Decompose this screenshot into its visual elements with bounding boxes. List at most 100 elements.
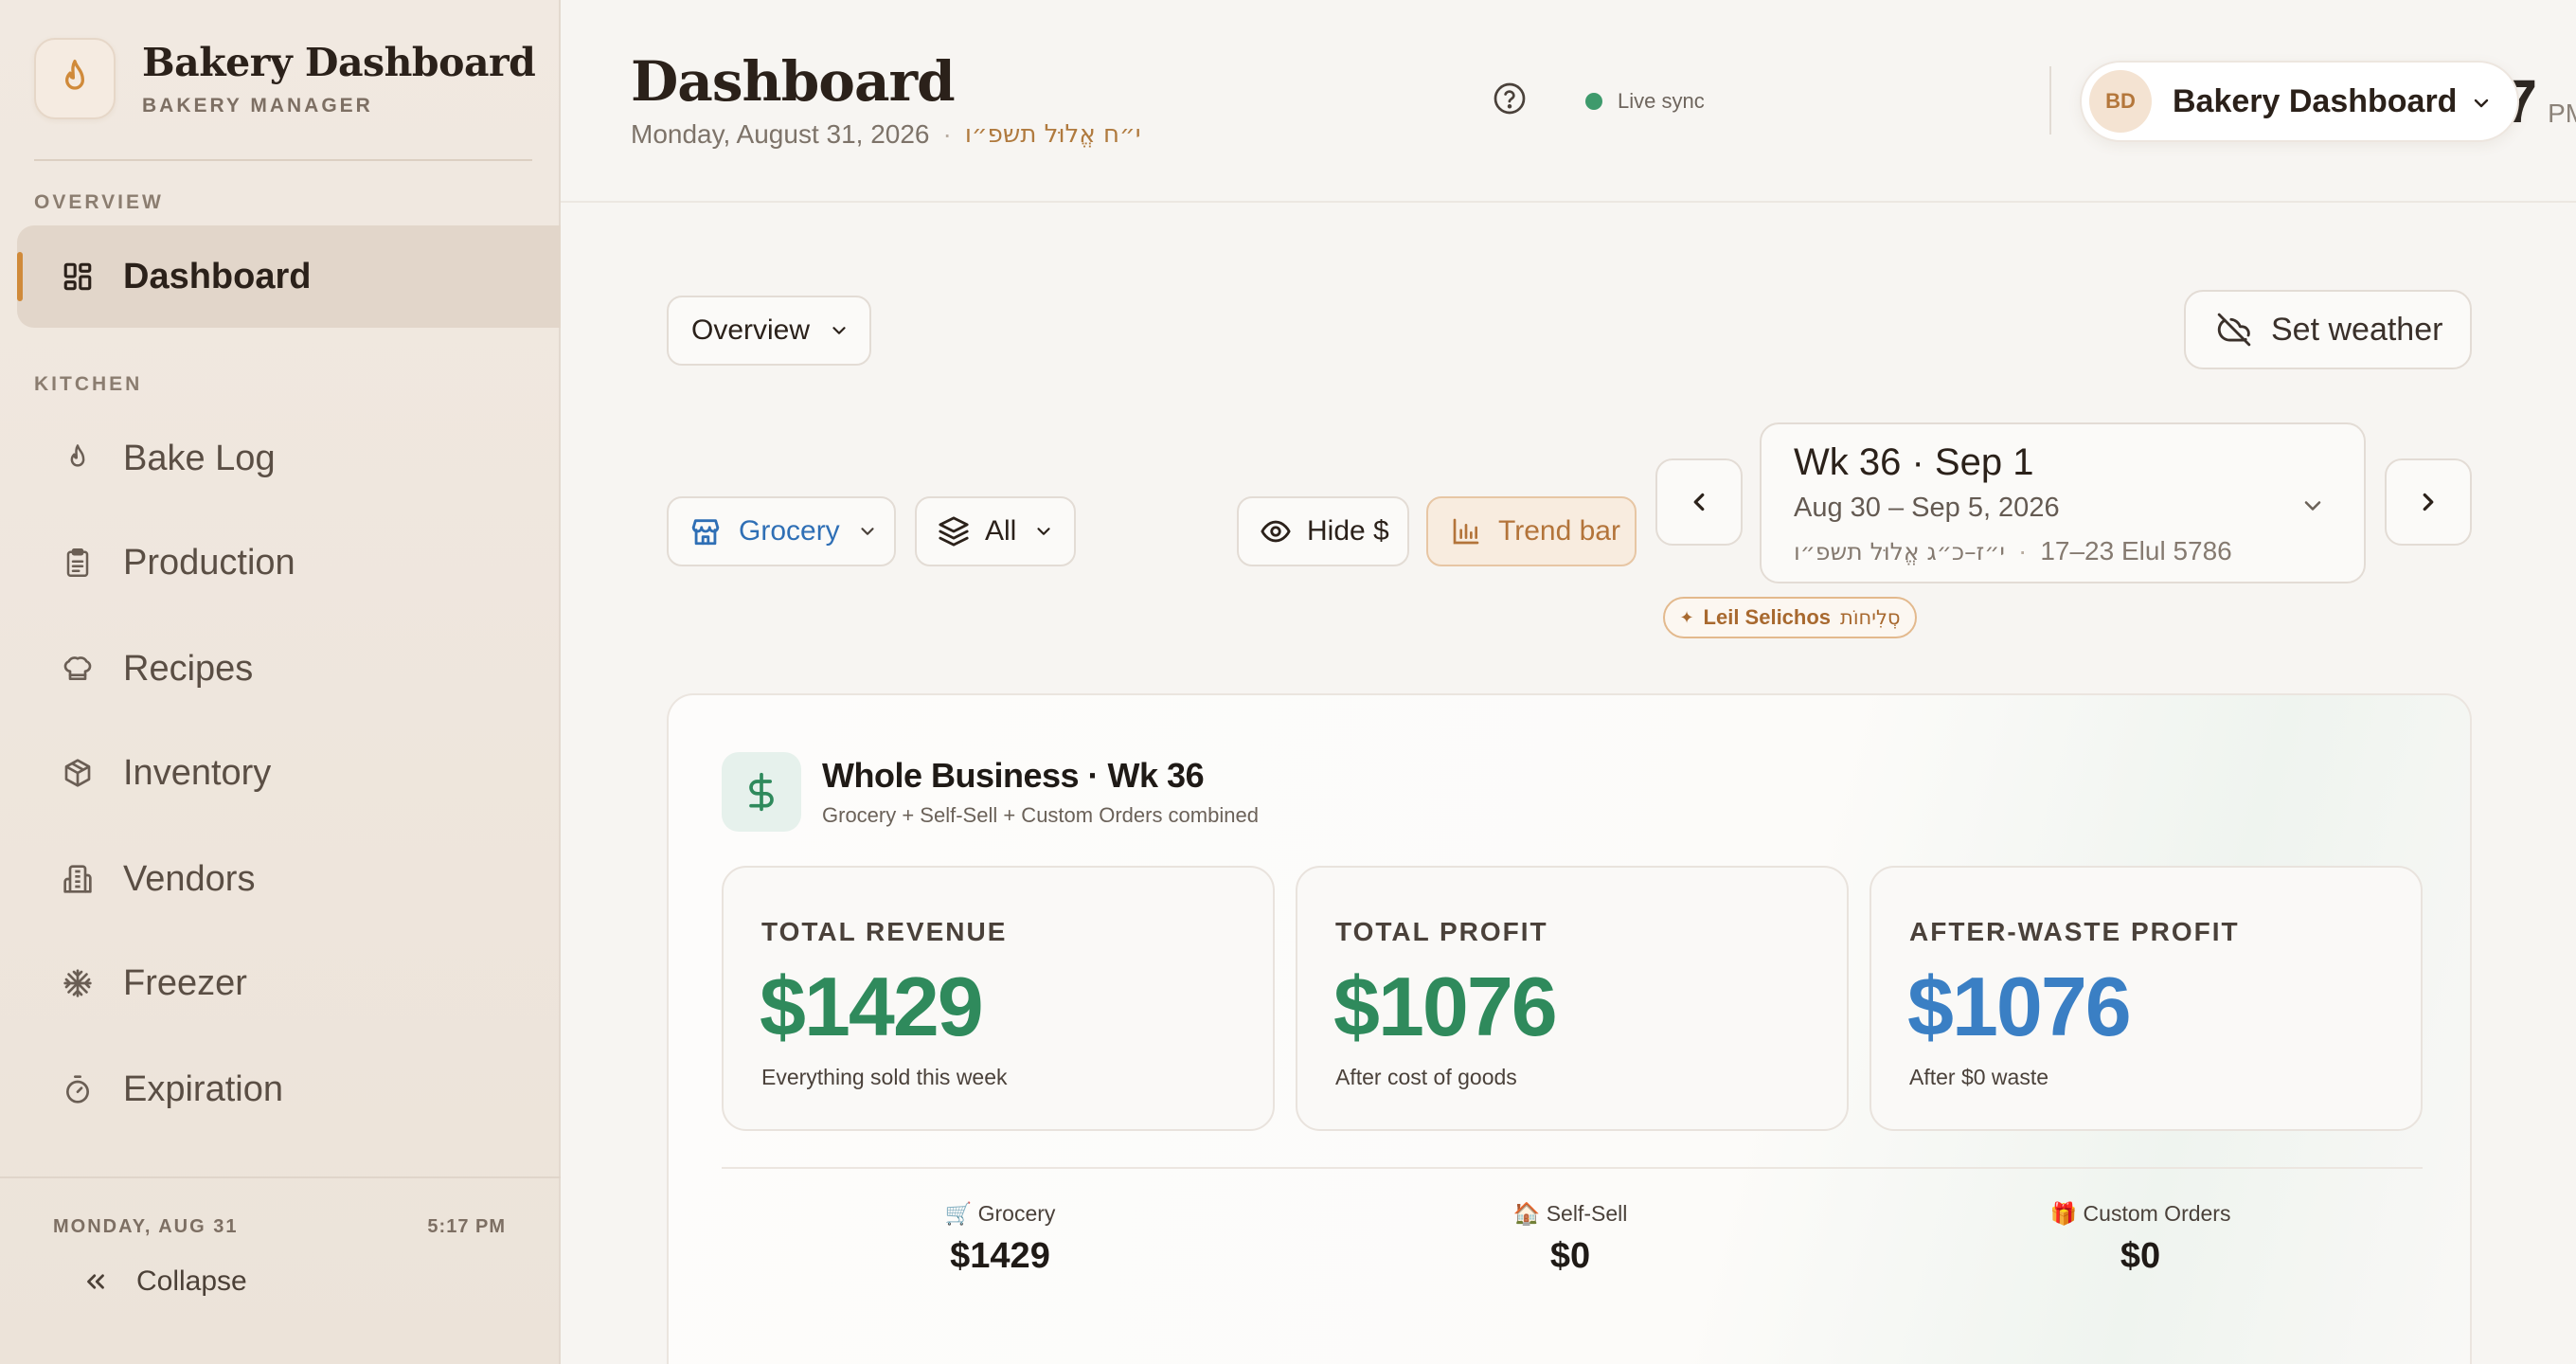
- week-separator: ·: [2018, 536, 2028, 565]
- trend-bar-button[interactable]: Trend bar: [1426, 496, 1637, 566]
- snowflake-icon: [61, 966, 95, 1000]
- section-label-kitchen: KITCHEN: [34, 373, 143, 395]
- sidebar-item-production[interactable]: Production: [17, 512, 561, 614]
- holiday-badge[interactable]: ✦ Leil Selichos סְלִיחוֹת: [1663, 597, 1917, 638]
- sidebar: Bakery Dashboard BAKERY MANAGER OVERVIEW…: [0, 0, 561, 1364]
- sidebar-item-freezer[interactable]: Freezer: [17, 932, 561, 1034]
- section-label-overview: OVERVIEW: [34, 191, 164, 213]
- brand-subtitle: BAKERY MANAGER: [142, 95, 373, 117]
- sidebar-item-bake-log[interactable]: Bake Log: [17, 407, 561, 510]
- page-date: Monday, August 31, 2026 · י״ח אֱלוּל תשפ…: [631, 119, 1141, 150]
- week-hebrew-text: י״ז–כ״ג אֱלוּל תשפ״ו: [1794, 537, 2006, 565]
- sidebar-item-recipes[interactable]: Recipes: [17, 618, 561, 720]
- date-separator: ·: [942, 119, 952, 149]
- sidebar-footer-divider: [0, 1176, 561, 1178]
- live-sync-status: Live sync: [1585, 89, 1705, 114]
- stat-label: TOTAL REVENUE: [761, 917, 1008, 946]
- hebrew-date: י״ח אֱלוּל תשפ״ו: [964, 120, 1141, 149]
- sparkle-icon: ✦: [1679, 607, 1694, 627]
- set-weather-label: Set weather: [2271, 311, 2443, 348]
- box-icon: [61, 756, 95, 790]
- stat-label: AFTER-WASTE PROFIT: [1909, 917, 2240, 946]
- stat-value: $1429: [760, 960, 984, 1053]
- grid-icon: [61, 260, 95, 294]
- layers-icon: [939, 516, 969, 547]
- stat-total-profit: TOTAL PROFIT $1076 After cost of goods: [1296, 866, 1849, 1131]
- hide-dollars-button[interactable]: Hide $: [1237, 496, 1409, 566]
- cloud-off-icon: [2217, 313, 2251, 347]
- holiday-hebrew: סְלִיחוֹת: [1840, 606, 1901, 629]
- sidebar-item-inventory[interactable]: Inventory: [17, 722, 561, 824]
- timer-icon: [61, 1072, 95, 1106]
- channel-select[interactable]: Grocery: [667, 496, 896, 566]
- business-summary-card: Whole Business · Wk 36 Grocery + Self-Se…: [667, 693, 2472, 1364]
- breakdown-label: 🛒 Grocery: [811, 1201, 1190, 1227]
- user-menu-button[interactable]: BD Bakery Dashboard: [2080, 61, 2519, 142]
- sidebar-item-label: Recipes: [123, 648, 254, 689]
- chevron-right-icon: [2423, 493, 2434, 512]
- view-select[interactable]: Overview: [667, 296, 871, 366]
- previous-week-button[interactable]: [1655, 458, 1743, 546]
- week-selector[interactable]: Wk 36 · Sep 1 Aug 30 – Sep 5, 2026 י״ז–כ…: [1760, 422, 2366, 583]
- clock-ampm: PM: [2548, 99, 2576, 128]
- breakdown-grocery: 🛒 Grocery $1429: [811, 1201, 1190, 1277]
- category-select-label: All: [985, 515, 1017, 547]
- flame-logo-icon: [34, 38, 116, 119]
- footer-time: 5:17 PM: [427, 1216, 506, 1237]
- footer-date: MONDAY, AUG 31: [53, 1216, 239, 1237]
- chevrons-left-icon: [87, 1274, 104, 1289]
- breakdown-value: $1429: [950, 1236, 1050, 1276]
- brand-title: Bakery Dashboard: [142, 40, 536, 85]
- holiday-label: Leil Selichos: [1703, 605, 1832, 629]
- card-subtitle: Grocery + Self-Sell + Custom Orders comb…: [822, 803, 1259, 827]
- store-icon: [691, 519, 720, 546]
- stat-value: $1076: [1333, 960, 1558, 1053]
- card-divider: [722, 1167, 2423, 1169]
- hide-dollars-label: Hide $: [1307, 515, 1389, 547]
- cart-icon: 🛒: [944, 1201, 973, 1226]
- sidebar-item-dashboard[interactable]: Dashboard: [17, 225, 561, 328]
- page-title: Dashboard: [631, 49, 956, 114]
- stat-note: After $0 waste: [1909, 1065, 2049, 1089]
- eye-icon: [1261, 520, 1291, 543]
- brand[interactable]: Bakery Dashboard BAKERY MANAGER: [34, 38, 536, 119]
- breakdown-label-text: Grocery: [977, 1201, 1056, 1226]
- sidebar-item-label: Expiration: [123, 1068, 283, 1109]
- breakdown-value: $0: [2120, 1236, 2161, 1276]
- sidebar-item-label: Production: [123, 542, 295, 583]
- breakdown-value: $0: [1549, 1236, 1591, 1276]
- stat-value: $1076: [1907, 960, 2132, 1053]
- live-sync-label: Live sync: [1618, 89, 1705, 113]
- week-hebrew: י״ז–כ״ג אֱלוּל תשפ״ו · 17–23 Elul 5786: [1794, 536, 2232, 566]
- next-week-button[interactable]: [2385, 458, 2472, 546]
- building-icon: [61, 862, 95, 896]
- clipboard-icon: [61, 546, 95, 580]
- gregorian-date: Monday, August 31, 2026: [631, 119, 930, 149]
- chevron-left-icon: [1693, 493, 1705, 512]
- category-select[interactable]: All: [915, 496, 1076, 566]
- stat-total-revenue: TOTAL REVENUE $1429 Everything sold this…: [722, 866, 1275, 1131]
- sidebar-item-expiration[interactable]: Expiration: [17, 1038, 561, 1140]
- avatar: BD: [2089, 70, 2152, 133]
- breakdown-label: 🏠 Self-Sell: [1381, 1201, 1760, 1227]
- collapse-button[interactable]: Collapse: [81, 1265, 247, 1298]
- sidebar-item-label: Dashboard: [123, 256, 312, 296]
- week-hebrew-english: 17–23 Elul 5786: [2040, 536, 2232, 565]
- breakdown-label-text: Self-Sell: [1546, 1201, 1628, 1226]
- set-weather-button[interactable]: Set weather: [2184, 290, 2472, 369]
- stat-note: Everything sold this week: [761, 1065, 1008, 1089]
- live-sync-dot: [1585, 93, 1602, 110]
- sidebar-item-label: Freezer: [123, 962, 247, 1003]
- stat-label: TOTAL PROFIT: [1335, 917, 1548, 946]
- sidebar-divider: [34, 159, 532, 161]
- flame-icon: [61, 441, 95, 476]
- sidebar-item-vendors[interactable]: Vendors: [17, 828, 561, 930]
- collapse-label: Collapse: [136, 1265, 247, 1297]
- sidebar-item-label: Vendors: [123, 858, 256, 899]
- week-title: Wk 36 · Sep 1: [1794, 441, 2034, 483]
- card-title: Whole Business · Wk 36: [822, 756, 1205, 795]
- breakdown-label-text: Custom Orders: [2083, 1201, 2231, 1226]
- help-icon[interactable]: [1493, 81, 1527, 116]
- trend-bar-label: Trend bar: [1498, 515, 1620, 547]
- stat-note: After cost of goods: [1335, 1065, 1517, 1089]
